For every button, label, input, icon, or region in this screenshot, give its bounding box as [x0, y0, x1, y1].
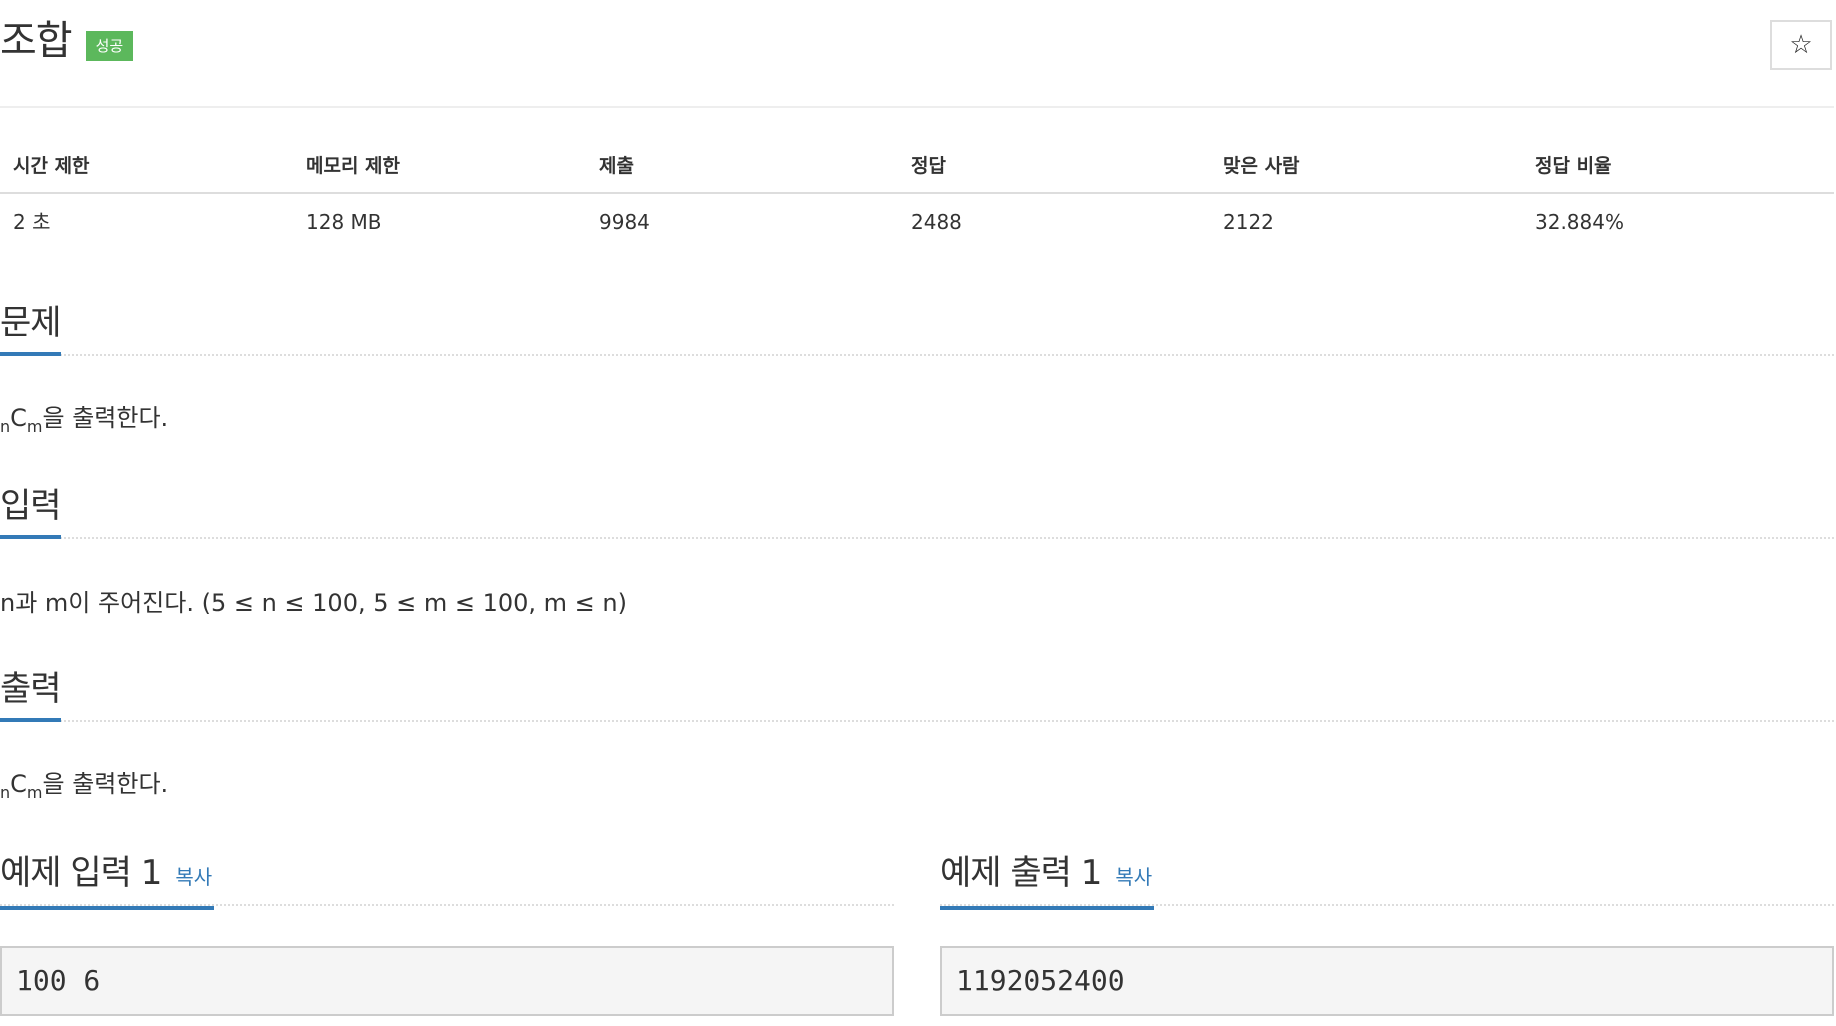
- problem-description-text: 을 출력한다.: [42, 404, 169, 432]
- problem-section-title: 문제: [0, 298, 62, 356]
- combination-c: C: [10, 404, 27, 432]
- info-submissions[interactable]: 9984: [599, 194, 650, 250]
- sample-output-title: 예제 출력 1 복사: [940, 848, 1155, 910]
- sample-input-header: 예제 입력 1 복사: [0, 848, 894, 910]
- info-time-limit: 2 초: [13, 210, 51, 234]
- input-section-title: 입력: [0, 481, 62, 539]
- info-header-time-limit: 시간 제한: [13, 155, 90, 177]
- problem-section: 문제 nCm을 출력한다.: [0, 298, 1834, 436]
- sample-input-box[interactable]: 100 6: [0, 946, 894, 1016]
- sample-output-section: 예제 출력 1 복사 1192052400: [940, 848, 1834, 1016]
- title-row: 조합 성공: [0, 16, 134, 66]
- info-header-submissions: 제출: [599, 155, 634, 177]
- output-section-header: 출력: [0, 664, 1834, 722]
- combination-c: C: [10, 770, 27, 798]
- problem-info-table: 시간 제한 메모리 제한 제출 정답 맞은 사람 정답 비율 2 초 128 M…: [0, 144, 1834, 242]
- output-section: 출력 nCm을 출력한다.: [0, 664, 1834, 802]
- info-table-header: 시간 제한 메모리 제한 제출 정답 맞은 사람 정답 비율: [0, 144, 1834, 194]
- problem-section-header: 문제: [0, 298, 1834, 356]
- copy-sample-input-link[interactable]: 복사: [175, 865, 212, 889]
- header-divider: [0, 106, 1834, 108]
- info-header-memory-limit: 메모리 제한: [306, 155, 401, 177]
- subscript-m: m: [26, 417, 43, 436]
- info-header-accepted: 정답: [911, 155, 946, 177]
- info-table-row: 2 초 128 MB 9984 2488 2122 32.884%: [0, 194, 1834, 242]
- subscript-n: n: [0, 417, 11, 436]
- info-accepted[interactable]: 2488: [911, 194, 962, 250]
- subscript-n: n: [0, 783, 11, 802]
- output-description-text: 을 출력한다.: [42, 770, 169, 798]
- copy-sample-output-link[interactable]: 복사: [1115, 865, 1152, 889]
- sample-input-title: 예제 입력 1 복사: [0, 848, 215, 910]
- subscript-m: m: [26, 783, 43, 802]
- info-ratio: 32.884%: [1535, 210, 1624, 234]
- sample-output-header: 예제 출력 1 복사: [940, 848, 1834, 910]
- input-section-header: 입력: [0, 481, 1834, 539]
- info-solved-users[interactable]: 2122: [1223, 194, 1274, 250]
- star-icon: ☆: [1789, 30, 1813, 60]
- info-memory-limit: 128 MB: [306, 210, 382, 234]
- input-section: 입력 n과 m이 주어진다. (5 ≤ n ≤ 100, 5 ≤ m ≤ 100…: [0, 481, 1834, 617]
- input-description: n과 m이 주어진다. (5 ≤ n ≤ 100, 5 ≤ m ≤ 100, m…: [0, 589, 627, 617]
- sample-output-box[interactable]: 1192052400: [940, 946, 1834, 1016]
- problem-description: nCm을 출력한다.: [0, 400, 168, 445]
- sample-input-title-text: 예제 입력 1: [0, 853, 162, 893]
- sample-input-section: 예제 입력 1 복사 100 6: [0, 848, 894, 1016]
- sample-output-title-text: 예제 출력 1: [940, 853, 1102, 893]
- page-title: 조합: [0, 18, 73, 64]
- info-header-solved-users: 맞은 사람: [1223, 155, 1300, 177]
- status-badge: 성공: [85, 31, 134, 61]
- info-header-ratio: 정답 비율: [1535, 155, 1612, 177]
- output-section-title: 출력: [0, 664, 62, 722]
- star-button[interactable]: ☆: [1770, 20, 1832, 70]
- problem-page: 조합 성공 ☆ 시간 제한 메모리 제한 제출 정답 맞은 사람 정답 비율 2…: [0, 0, 1836, 1026]
- output-description: nCm을 출력한다.: [0, 766, 168, 811]
